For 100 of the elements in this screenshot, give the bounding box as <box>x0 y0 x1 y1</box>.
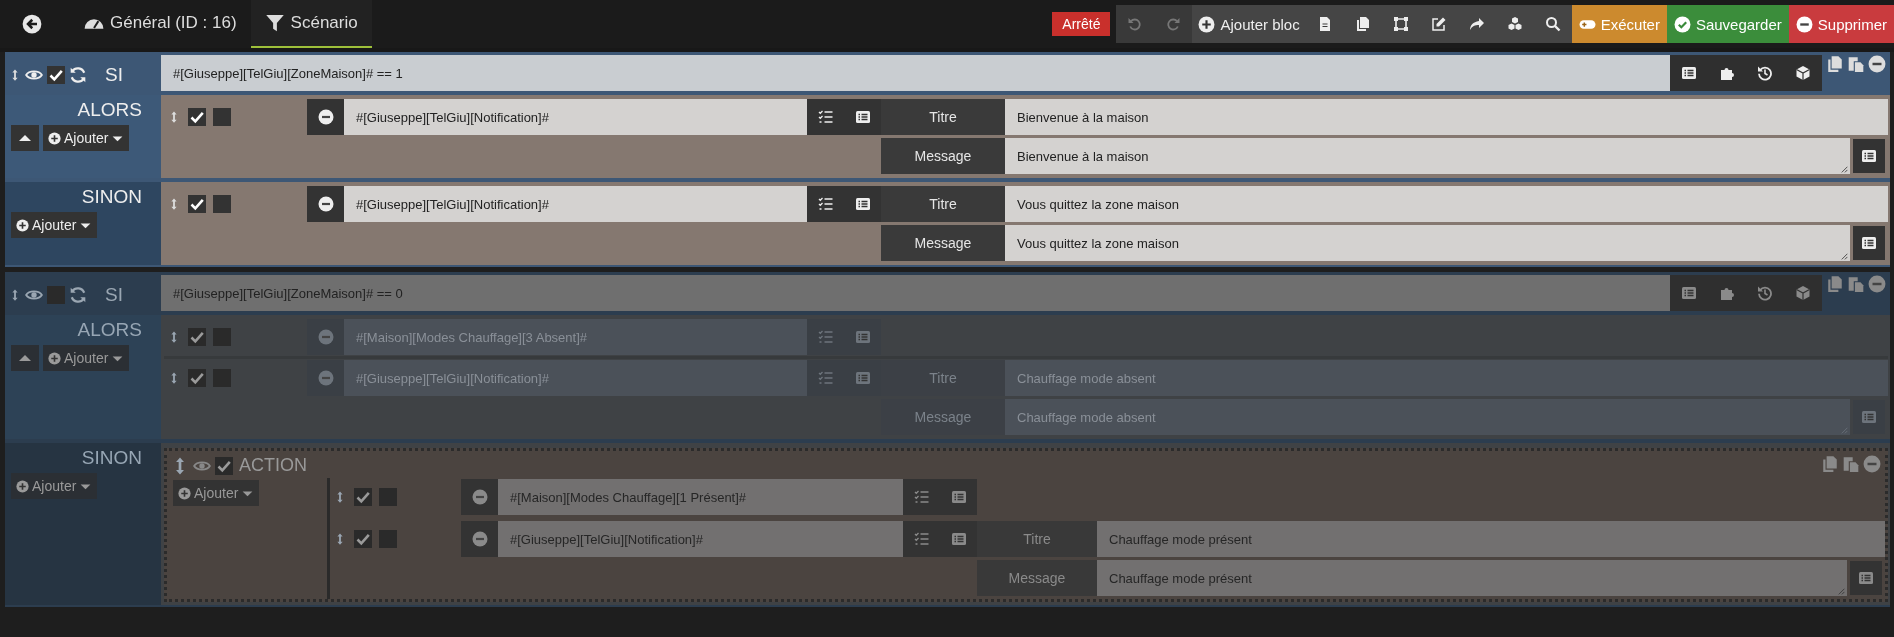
condition-field[interactable]: #[Giuseppe][TelGiu][ZoneMaison]# == 0 <box>161 275 1670 311</box>
option-field[interactable]: Chauffage mode absent <box>1005 360 1888 396</box>
share-icon <box>1468 16 1485 32</box>
parallel-checkbox[interactable] <box>213 328 231 346</box>
cube-icon <box>1795 285 1811 301</box>
add-dropdown-button[interactable]: Ajouter <box>173 480 260 506</box>
message-textarea[interactable]: Chauffage mode présent <box>1097 560 1847 596</box>
collapse-button[interactable] <box>11 125 39 151</box>
action-field[interactable]: #[Maison][Modes Chauffage][1 Présent]# <box>498 479 903 515</box>
branch-label: SINON <box>81 186 143 208</box>
back-icon[interactable] <box>22 14 42 34</box>
list-icon <box>854 109 871 125</box>
condition-field[interactable]: #[Giuseppe][TelGiu][ZoneMaison]# == 1 <box>161 55 1670 91</box>
select-command-button[interactable] <box>844 186 881 222</box>
execute-button[interactable]: Exécuter <box>1571 5 1667 43</box>
save-button[interactable]: Sauvegarder <box>1666 5 1789 43</box>
option-label: Message <box>881 225 1005 261</box>
cube-icon <box>1795 65 1811 81</box>
copy-icon[interactable] <box>1821 455 1839 473</box>
action-field[interactable]: #[Giuseppe][TelGiu][Notification]# <box>498 521 903 557</box>
history-icon <box>1757 65 1773 81</box>
enable-checkbox[interactable] <box>47 66 65 84</box>
enable-checkbox[interactable] <box>354 488 372 506</box>
copy-icon[interactable] <box>1826 55 1844 73</box>
tab[interactable]: Général (ID : 16) <box>70 0 251 48</box>
plus-circle-icon <box>48 351 61 365</box>
check-circle-icon <box>1673 15 1691 33</box>
select-command-button[interactable] <box>1853 226 1885 260</box>
tasks-icon <box>913 531 930 547</box>
enable-checkbox[interactable] <box>188 369 206 387</box>
add-dropdown-button[interactable]: Ajouter <box>11 473 98 499</box>
list-icon <box>1681 285 1697 301</box>
copy-icon[interactable] <box>1826 275 1844 293</box>
message-textarea[interactable]: Chauffage mode absent <box>1005 399 1850 435</box>
add-dropdown-button[interactable]: Ajouter <box>43 125 130 151</box>
tasks-icon <box>913 489 930 505</box>
list-icon <box>1861 409 1877 425</box>
select-command-button[interactable] <box>844 99 881 135</box>
branch-label: SINON <box>81 447 143 469</box>
remove-action-button[interactable] <box>307 99 344 135</box>
parallel-checkbox[interactable] <box>213 108 231 126</box>
parallel-checkbox[interactable] <box>213 369 231 387</box>
status-badge: Arrêté <box>1052 12 1111 36</box>
list-icon <box>950 531 967 547</box>
plus-circle-icon <box>48 131 61 145</box>
copy-icon <box>1354 16 1371 32</box>
paste-icon[interactable] <box>1842 455 1860 473</box>
block-keyword: SI <box>105 284 123 306</box>
tasks-icon <box>817 329 834 345</box>
enable-checkbox[interactable] <box>188 195 206 213</box>
delete-button[interactable]: Supprimer <box>1788 5 1894 43</box>
minus-circle-icon <box>1795 15 1813 33</box>
action-field[interactable]: #[Maison][Modes Chauffage][3 Absent]# <box>344 319 807 355</box>
minus-circle-icon <box>317 370 334 386</box>
action-field[interactable]: #[Giuseppe][TelGiu][Notification]# <box>344 99 807 135</box>
list-icon <box>854 196 871 212</box>
minus-circle-icon <box>471 489 488 505</box>
message-textarea[interactable]: Bienvenue à la maison <box>1005 138 1850 174</box>
minus-circle-icon <box>317 329 334 345</box>
collapse-button[interactable] <box>11 345 39 371</box>
enable-checkbox[interactable] <box>215 456 233 475</box>
edit-icon <box>1430 16 1447 32</box>
select-command-button[interactable] <box>1853 139 1885 173</box>
parallel-checkbox[interactable] <box>379 488 397 506</box>
enable-checkbox[interactable] <box>188 328 206 346</box>
tasks-icon <box>817 196 834 212</box>
action-field[interactable]: #[Giuseppe][TelGiu][Notification]# <box>344 360 807 396</box>
enable-checkbox[interactable] <box>354 530 372 548</box>
option-field[interactable]: Vous quittez la zone maison <box>1005 186 1888 222</box>
enable-checkbox[interactable] <box>188 108 206 126</box>
tasks-icon <box>817 370 834 386</box>
options-button[interactable] <box>807 99 844 135</box>
option-label: Titre <box>881 99 1005 135</box>
option-label: Message <box>881 138 1005 174</box>
paste-icon[interactable] <box>1847 55 1865 73</box>
action-field[interactable]: #[Giuseppe][TelGiu][Notification]# <box>344 186 807 222</box>
enable-checkbox[interactable] <box>47 286 65 304</box>
parallel-checkbox[interactable] <box>213 195 231 213</box>
puzzle-icon <box>1719 65 1735 81</box>
add-dropdown-button[interactable]: Ajouter <box>11 212 98 238</box>
remove-icon[interactable] <box>1868 275 1886 293</box>
remove-icon[interactable] <box>1868 55 1886 73</box>
option-field[interactable]: Chauffage mode présent <box>1097 521 1885 557</box>
add-dropdown-button[interactable]: Ajouter <box>43 345 130 371</box>
redo-icon <box>1165 16 1182 32</box>
block-keyword: SI <box>105 64 123 86</box>
expand-icon <box>1392 16 1409 32</box>
options-button[interactable] <box>807 186 844 222</box>
sync-icon[interactable] <box>69 286 87 304</box>
option-field[interactable]: Bienvenue à la maison <box>1005 99 1888 135</box>
message-textarea[interactable]: Vous quittez la zone maison <box>1005 225 1850 261</box>
list-icon <box>1858 570 1874 586</box>
paste-icon[interactable] <box>1847 275 1865 293</box>
plus-circle-icon <box>1198 15 1216 33</box>
undo-icon <box>1127 16 1144 32</box>
list-icon <box>1861 148 1877 164</box>
tab[interactable]: Scénario <box>250 0 372 48</box>
plus-circle-icon <box>178 486 191 500</box>
remove-action-button[interactable] <box>307 186 344 222</box>
parallel-checkbox[interactable] <box>379 530 397 548</box>
